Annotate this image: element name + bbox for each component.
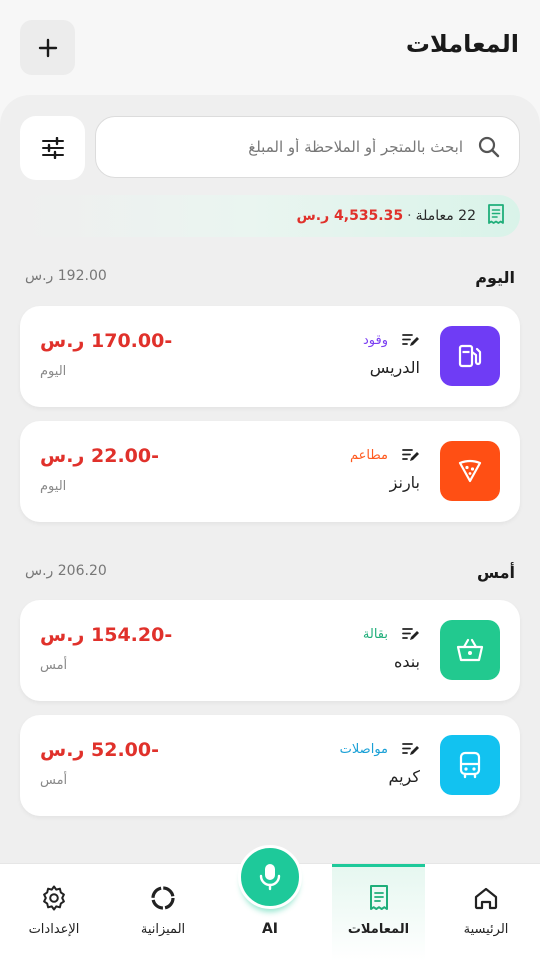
transaction-card[interactable]: بقالة بنده -154.20 ر.س أمس <box>20 600 520 701</box>
category-icon-bg <box>440 735 500 795</box>
ai-mic-circle[interactable] <box>238 845 302 909</box>
tag-row: بقالة <box>363 626 420 642</box>
transaction-date: أمس <box>40 773 68 788</box>
tag-row: وقود <box>363 332 420 348</box>
transaction-amount: -22.00 ر.س <box>40 445 159 467</box>
tab-label: الميزانية <box>140 922 186 937</box>
transaction-amount: -52.00 ر.س <box>40 739 159 761</box>
plus-icon <box>38 38 57 57</box>
transaction-card[interactable]: مطاعم بارنز -22.00 ر.س اليوم <box>20 421 520 522</box>
transaction-amount: -170.00 ر.س <box>40 330 173 352</box>
tag-row: مواصلات <box>340 741 420 757</box>
transaction-amount: -154.20 ر.س <box>40 624 173 646</box>
merchant-name: الدريس <box>369 358 420 377</box>
edit-note-icon[interactable] <box>402 741 420 757</box>
merchant-name: كريم <box>388 767 420 786</box>
tab-settings[interactable]: الإعدادات <box>16 864 92 960</box>
edit-note-icon[interactable] <box>402 332 420 348</box>
search-bar[interactable] <box>95 116 520 178</box>
search-icon <box>475 133 503 161</box>
transaction-card[interactable]: وقود الدريس -170.00 ر.س اليوم <box>20 306 520 407</box>
group-title: اليوم <box>475 268 515 287</box>
home-icon <box>473 884 499 912</box>
tab-label: المعاملات <box>347 922 410 937</box>
edit-note-icon[interactable] <box>402 626 420 642</box>
category-icon-bg <box>440 441 500 501</box>
tab-label: الرئيسية <box>463 922 509 937</box>
fuel-pump-icon <box>458 344 482 368</box>
category-icon-bg <box>440 620 500 680</box>
transaction-date: اليوم <box>40 364 67 379</box>
transaction-card[interactable]: مواصلات كريم -52.00 ر.س أمس <box>20 715 520 816</box>
tag-row: مطاعم <box>350 447 420 463</box>
transaction-date: اليوم <box>40 479 67 494</box>
transactions-panel: 22 معاملة · 4,535.35 ر.س اليوم 192.00 ر.… <box>0 95 540 895</box>
group-title: أمس <box>476 563 515 582</box>
group-total: 206.20 ر.س <box>25 563 107 579</box>
summary-total: 4,535.35 ر.س <box>296 208 404 224</box>
summary-separator: · <box>407 208 412 224</box>
group-total: 192.00 ر.س <box>25 268 107 284</box>
group-header-today: اليوم 192.00 ر.س <box>25 268 515 292</box>
edit-note-icon[interactable] <box>402 447 420 463</box>
category-tag: مواصلات <box>339 741 388 757</box>
group-header-yesterday: أمس 206.20 ر.س <box>25 563 515 587</box>
category-icon-bg <box>440 326 500 386</box>
add-transaction-button[interactable] <box>20 20 75 75</box>
basket-icon <box>456 638 484 662</box>
category-tag: مطاعم <box>350 447 388 463</box>
tab-label: الإعدادات <box>28 922 80 937</box>
tab-transactions[interactable]: المعاملات <box>332 864 425 960</box>
tab-ai-label: AI <box>261 921 279 937</box>
microphone-icon <box>259 864 281 891</box>
tab-home[interactable]: الرئيسية <box>445 864 527 960</box>
transaction-date: أمس <box>40 658 68 673</box>
ai-voice-button[interactable] <box>236 843 304 915</box>
bus-icon <box>459 751 481 779</box>
gear-icon <box>41 884 67 912</box>
summary-bar: 22 معاملة · 4,535.35 ر.س <box>22 195 520 237</box>
category-tag: وقود <box>363 332 388 348</box>
donut-chart-icon <box>150 884 176 912</box>
category-tag: بقالة <box>362 626 388 642</box>
pizza-slice-icon <box>458 459 482 483</box>
page-title: المعاملات <box>405 30 519 58</box>
transaction-count: 22 معاملة <box>415 208 476 224</box>
receipt-icon <box>486 203 506 229</box>
filter-button[interactable] <box>20 116 85 180</box>
merchant-name: بنده <box>393 652 420 671</box>
merchant-name: بارنز <box>389 473 420 492</box>
search-input[interactable] <box>143 138 463 156</box>
tab-budget[interactable]: الميزانية <box>123 864 203 960</box>
sliders-icon <box>41 137 64 159</box>
app-header: المعاملات <box>0 0 540 96</box>
receipt-icon <box>367 884 391 912</box>
